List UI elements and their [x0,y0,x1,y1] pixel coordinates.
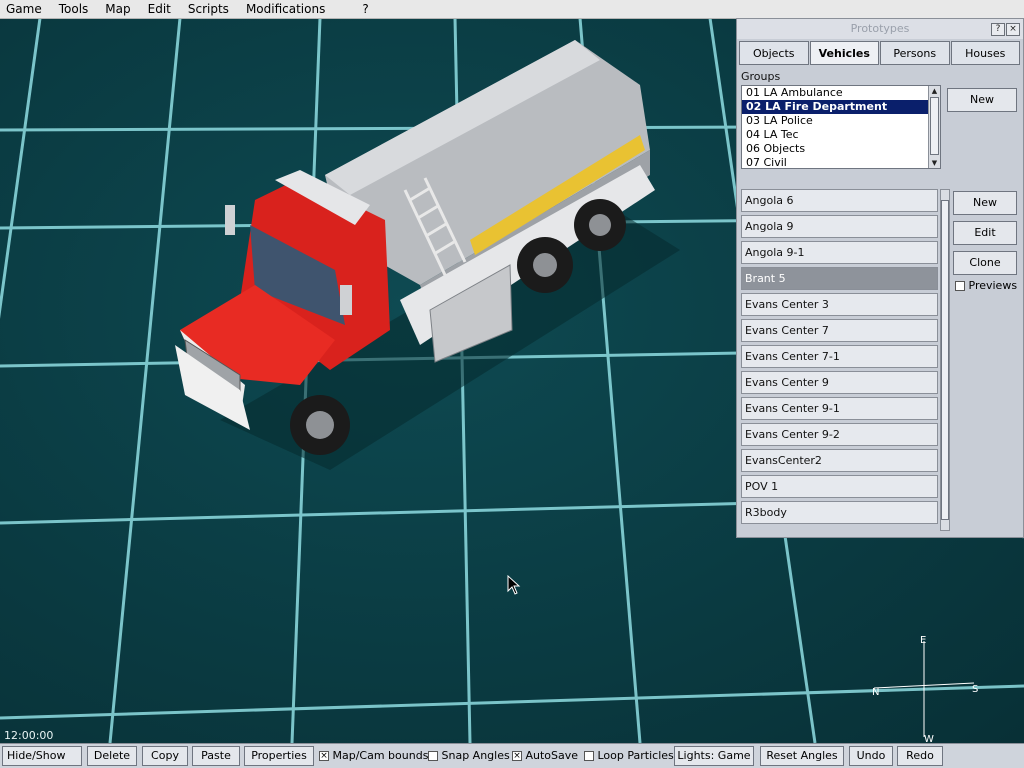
groups-label: Groups [741,70,781,83]
game-clock: 12:00:00 [4,729,54,742]
vehicle-scrollbar[interactable] [940,189,950,531]
vehicle-item[interactable]: Angola 9-1 [741,241,938,264]
map-cam-bounds-option[interactable]: × Map/Cam bounds [319,749,428,763]
menu-edit[interactable]: Edit [142,0,182,18]
tab-objects[interactable]: Objects [739,41,809,65]
tab-persons[interactable]: Persons [880,41,950,65]
reset-angles-button[interactable]: Reset Angles [760,746,844,766]
lights-button[interactable]: Lights: Game [674,746,754,766]
delete-button[interactable]: Delete [87,746,137,766]
copy-button[interactable]: Copy [142,746,188,766]
vehicle-item-selected[interactable]: Brant 5 [741,267,938,290]
menu-modifications[interactable]: Modifications [240,0,336,18]
loop-particles-checkbox[interactable] [584,751,594,761]
group-item[interactable]: 07 Civil [742,156,940,168]
groups-list[interactable]: 01 LA Ambulance 02 LA Fire Department 03… [741,85,941,169]
snap-angles-option[interactable]: Snap Angles [428,749,510,763]
loop-particles-label: Loop Particles [597,749,674,762]
vehicle-list[interactable]: Angola 6 Angola 9 Angola 9-1 Brant 5 Eva… [741,189,953,531]
group-item-selected[interactable]: 02 LA Fire Department [742,100,940,114]
group-item[interactable]: 03 LA Police [742,114,940,128]
prototypes-title-bar[interactable]: Prototypes ? × [737,19,1023,39]
hide-show-button[interactable]: Hide/Show [2,746,82,766]
redo-button[interactable]: Redo [897,746,943,766]
groups-new-button[interactable]: New [947,88,1017,112]
group-item[interactable]: 06 Objects [742,142,940,156]
close-button[interactable]: × [1006,23,1020,36]
group-item[interactable]: 04 LA Tec [742,128,940,142]
compass: E N S W [868,633,980,743]
vehicle-item[interactable]: EvansCenter2 [741,449,938,472]
tab-houses[interactable]: Houses [950,41,1020,65]
tab-vehicles[interactable]: Vehicles [809,41,879,65]
properties-button[interactable]: Properties [244,746,314,766]
previews-option[interactable]: Previews [955,279,1017,292]
group-item[interactable]: 01 LA Ambulance [742,86,940,100]
groups-scroll-thumb[interactable] [930,97,939,155]
vehicle-item[interactable]: Evans Center 7 [741,319,938,342]
loop-particles-option[interactable]: Loop Particles [584,749,674,763]
compass-east-label: E [920,635,927,646]
mouse-cursor-icon [507,575,521,595]
menu-tools[interactable]: Tools [53,0,100,18]
vehicle-new-button[interactable]: New [953,191,1017,215]
prototypes-panel: Prototypes ? × Objects Vehicles Persons … [736,18,1024,538]
prototype-tabs: Objects Vehicles Persons Houses [739,41,1021,65]
compass-west-label: W [924,734,934,743]
previews-label: Previews [968,279,1018,292]
menu-map[interactable]: Map [99,0,141,18]
vehicle-item[interactable]: R3body [741,501,938,524]
vehicle-item[interactable]: Evans Center 9 [741,371,938,394]
prototypes-title: Prototypes [850,22,910,35]
groups-scrollbar[interactable]: ▲ ▼ [928,86,940,168]
menu-help[interactable]: ? [356,0,379,18]
autosave-label: AutoSave [525,749,579,762]
previews-checkbox[interactable] [955,281,965,291]
vehicle-edit-button[interactable]: Edit [953,221,1017,245]
vehicle-clone-button[interactable]: Clone [953,251,1017,275]
snap-angles-label: Snap Angles [441,749,510,762]
autosave-checkbox[interactable]: × [512,751,522,761]
compass-north-label: N [872,687,880,698]
undo-button[interactable]: Undo [849,746,893,766]
snap-angles-checkbox[interactable] [428,751,438,761]
map-cam-bounds-label: Map/Cam bounds [332,749,429,762]
menubar: Game Tools Map Edit Scripts Modification… [0,0,1024,19]
vehicle-item[interactable]: Angola 6 [741,189,938,212]
bottom-toolbar: Hide/Show Delete Copy Paste Properties ×… [0,743,1024,768]
fire-truck-model [175,40,680,470]
autosave-option[interactable]: × AutoSave [512,749,578,763]
map-cam-bounds-checkbox[interactable]: × [319,751,329,761]
vehicle-item[interactable]: POV 1 [741,475,938,498]
paste-button[interactable]: Paste [192,746,240,766]
menu-game[interactable]: Game [0,0,53,18]
scroll-down-icon[interactable]: ▼ [929,158,940,168]
menu-scripts[interactable]: Scripts [182,0,240,18]
scroll-up-icon[interactable]: ▲ [929,86,940,96]
vehicle-item[interactable]: Evans Center 3 [741,293,938,316]
vehicle-item[interactable]: Evans Center 7-1 [741,345,938,368]
vehicle-scroll-thumb[interactable] [941,200,949,520]
compass-cross-icon [873,641,975,737]
vehicle-item[interactable]: Evans Center 9-1 [741,397,938,420]
vehicle-item[interactable]: Evans Center 9-2 [741,423,938,446]
vehicle-item[interactable]: Angola 9 [741,215,938,238]
compass-south-label: S [972,684,979,695]
help-button[interactable]: ? [991,23,1005,36]
